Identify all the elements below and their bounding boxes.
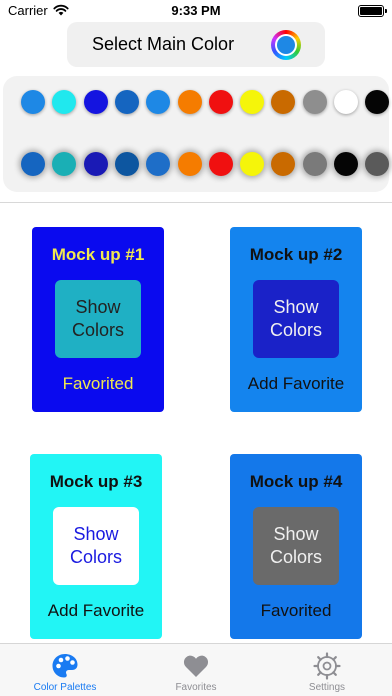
color-swatch[interactable] [334, 152, 358, 176]
show-colors-button[interactable]: Show Colors [53, 507, 139, 585]
color-swatch[interactable] [303, 90, 327, 114]
mockup-card-2: Mock up #2 Show Colors Add Favorite [230, 227, 362, 412]
tab-label: Favorites [175, 682, 217, 693]
tab-settings[interactable]: Settings [262, 644, 392, 696]
show-colors-button[interactable]: Show Colors [55, 280, 141, 358]
mockup-card-1: Mock up #1 Show Colors Favorited [32, 227, 164, 412]
tab-color-palettes[interactable]: Color Palettes [0, 644, 130, 696]
color-swatch[interactable] [240, 90, 264, 114]
color-swatch[interactable] [178, 152, 202, 176]
main-color-selector[interactable]: Select Main Color [67, 22, 325, 67]
swatch-row-primary [3, 90, 389, 116]
color-swatch[interactable] [52, 152, 76, 176]
show-colors-button[interactable]: Show Colors [253, 507, 339, 585]
color-swatch[interactable] [303, 152, 327, 176]
battery-icon [358, 5, 387, 17]
tab-favorites[interactable]: Favorites [131, 644, 261, 696]
swatch-panel [3, 76, 389, 192]
tab-label: Settings [308, 682, 346, 693]
color-swatch[interactable] [115, 152, 139, 176]
color-swatch[interactable] [209, 90, 233, 114]
favorite-button[interactable]: Favorited [32, 374, 164, 394]
palette-icon [52, 654, 78, 678]
heart-icon [183, 655, 209, 677]
main-color-label: Select Main Color [92, 34, 235, 54]
status-bar: Carrier 9:33 PM [0, 0, 392, 22]
color-swatch[interactable] [52, 90, 76, 114]
color-well-icon[interactable] [271, 30, 301, 60]
divider [0, 202, 392, 203]
color-swatch[interactable] [21, 152, 45, 176]
color-swatch[interactable] [21, 90, 45, 114]
color-swatch[interactable] [271, 90, 295, 114]
show-colors-button[interactable]: Show Colors [253, 280, 339, 358]
color-swatch[interactable] [334, 90, 358, 114]
color-swatch[interactable] [240, 152, 264, 176]
color-swatch[interactable] [84, 152, 108, 176]
color-swatch[interactable] [365, 152, 389, 176]
favorite-button[interactable]: Add Favorite [230, 374, 362, 394]
color-swatch[interactable] [146, 152, 170, 176]
mockup-card-3: Mock up #3 Show Colors Add Favorite [30, 454, 162, 639]
gear-icon [313, 652, 341, 680]
color-swatch[interactable] [365, 90, 389, 114]
tab-label: Color Palettes [33, 682, 97, 693]
favorite-button[interactable]: Add Favorite [30, 601, 162, 621]
swatch-row-secondary [3, 152, 389, 178]
color-swatch[interactable] [209, 152, 233, 176]
tab-bar: Color Palettes Favorites Settings [0, 643, 392, 696]
mockup-title: Mock up #3 [49, 472, 143, 491]
mockup-card-4: Mock up #4 Show Colors Favorited [230, 454, 362, 639]
mockup-title: Mock up #2 [249, 245, 343, 264]
mockup-title: Mock up #4 [249, 472, 343, 491]
color-swatch[interactable] [271, 152, 295, 176]
selected-color-dot [277, 36, 295, 54]
favorite-button[interactable]: Favorited [230, 601, 362, 621]
clock: 9:33 PM [171, 3, 221, 18]
color-swatch[interactable] [178, 90, 202, 114]
color-swatch[interactable] [146, 90, 170, 114]
mockup-title: Mock up #1 [51, 245, 145, 264]
color-swatch[interactable] [84, 90, 108, 114]
color-swatch[interactable] [115, 90, 139, 114]
